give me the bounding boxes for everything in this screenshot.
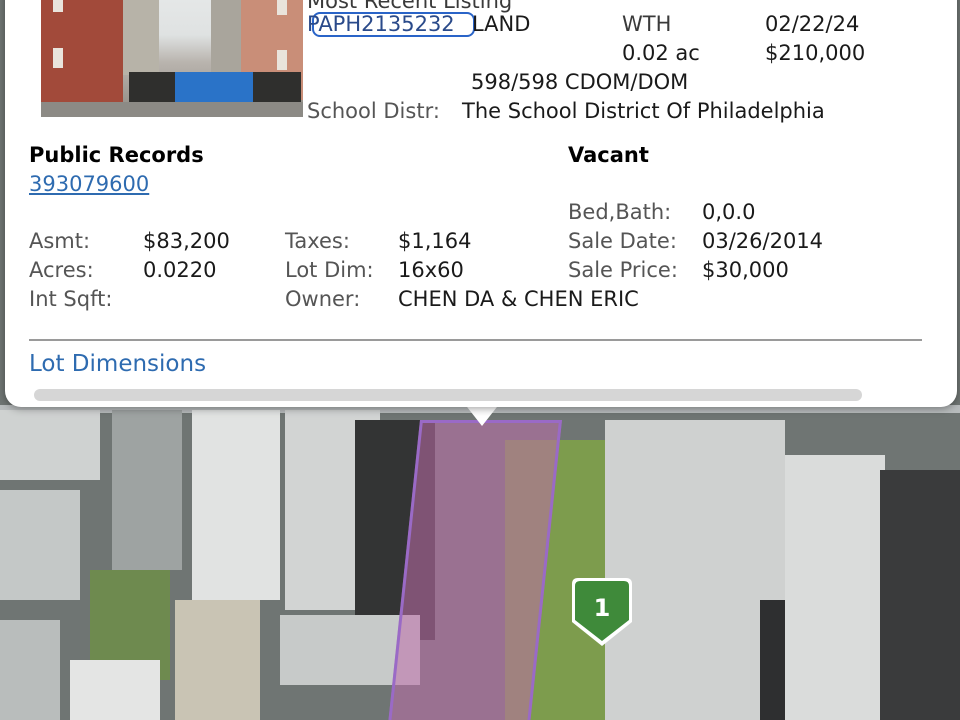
taxes-label: Taxes:: [285, 229, 350, 253]
mls-id-link[interactable]: PAPH2135232: [307, 11, 455, 37]
lot-dimensions-link[interactable]: Lot Dimensions: [29, 349, 206, 379]
listing-dom: 598/598 CDOM/DOM: [471, 70, 689, 94]
rooftop: [880, 470, 960, 720]
rooftop: [0, 410, 100, 480]
lot-dim-value: 16x60: [398, 258, 464, 282]
listing-date: 02/22/24: [765, 12, 860, 36]
marker-number: 1: [593, 594, 611, 622]
bed-bath-label: Bed,Bath:: [568, 200, 672, 224]
sale-date-value: 03/26/2014: [702, 229, 824, 253]
listing-type: LAND: [472, 12, 531, 36]
listing-price: $210,000: [765, 41, 866, 65]
property-photo[interactable]: [41, 0, 303, 117]
school-district-label: School Distr:: [307, 99, 440, 123]
property-status: Vacant: [568, 143, 649, 167]
taxes-value: $1,164: [398, 229, 472, 253]
rooftop: [0, 490, 80, 600]
sale-price-value: $30,000: [702, 258, 789, 282]
rooftop: [70, 660, 160, 720]
owner-value: CHEN DA & CHEN ERIC: [398, 287, 639, 311]
asmt-value: $83,200: [143, 229, 230, 253]
divider: [29, 339, 922, 341]
horizontal-scrollbar[interactable]: [34, 389, 862, 401]
public-records-title: Public Records: [29, 143, 204, 167]
rooftop: [112, 410, 182, 570]
property-popup: Most Recent Listing PAPH2135232 LAND WTH…: [5, 0, 957, 407]
asmt-label: Asmt:: [29, 229, 91, 253]
rooftop: [0, 620, 60, 720]
rooftop: [785, 455, 885, 720]
listing-status: WTH: [622, 12, 672, 36]
sale-date-label: Sale Date:: [568, 229, 677, 253]
lot-dim-label: Lot Dim:: [285, 258, 374, 282]
acres-value: 0.0220: [143, 258, 217, 282]
school-district-value: The School District Of Philadelphia: [462, 99, 825, 123]
rooftop: [605, 420, 785, 720]
parcel-id-link[interactable]: 393079600: [29, 171, 149, 197]
owner-label: Owner:: [285, 287, 361, 311]
acres-label: Acres:: [29, 258, 94, 282]
rooftop: [175, 600, 260, 720]
int-sqft-label: Int Sqft:: [29, 287, 113, 311]
listing-acres: 0.02 ac: [622, 41, 700, 65]
map-pin-marker[interactable]: 1: [572, 578, 632, 648]
rooftop: [192, 410, 280, 600]
sale-price-label: Sale Price:: [568, 258, 678, 282]
bed-bath-value: 0,0.0: [702, 200, 756, 224]
